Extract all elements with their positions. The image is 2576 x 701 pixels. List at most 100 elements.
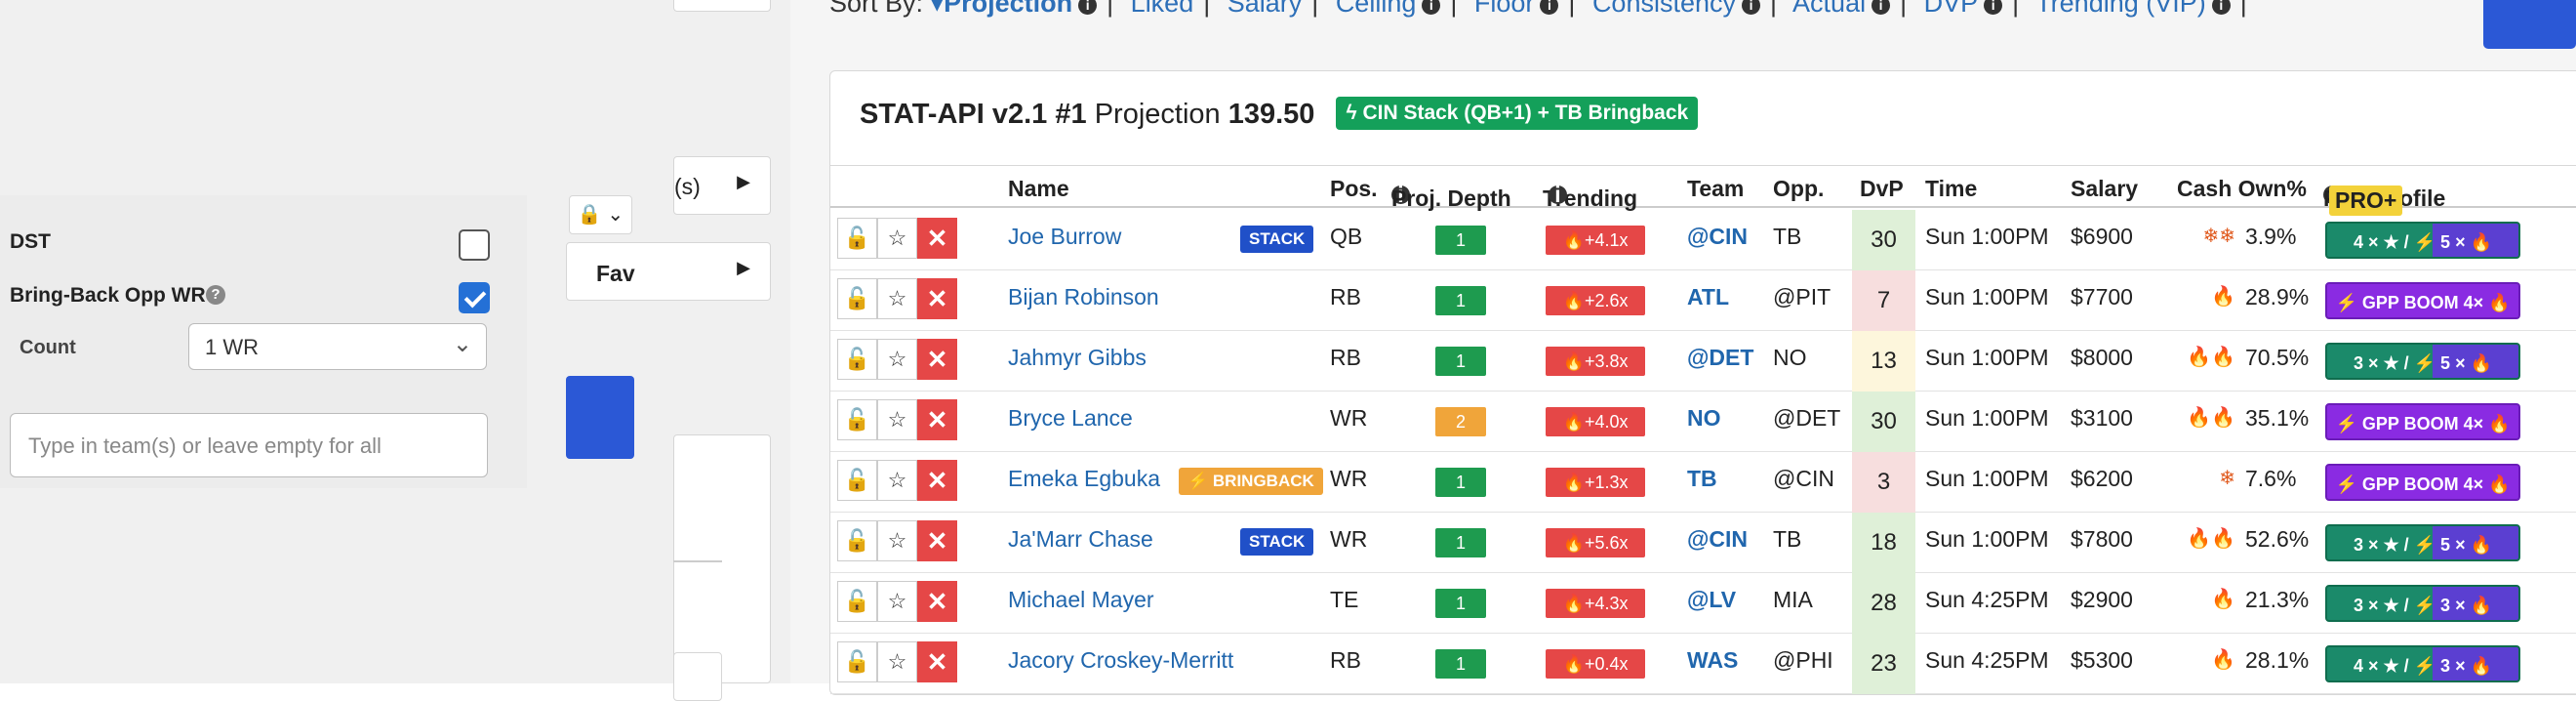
play-profile-badge[interactable]: ⚡ GPP BOOM 4× 🔥 [2325, 282, 2520, 319]
lock-icon[interactable]: 🔓 [837, 581, 877, 622]
play-profile-badge[interactable]: 3 × ★ / ⚡ 5 × 🔥 [2325, 524, 2520, 561]
play-profile-badge[interactable]: 3 × ★ / ⚡ 3 × 🔥 [2325, 585, 2520, 622]
sort-projection[interactable]: Projection [944, 0, 1072, 18]
star-icon[interactable]: ☆ [877, 399, 917, 440]
lock-icon[interactable]: 🔓 [837, 218, 877, 259]
star-icon[interactable]: ☆ [877, 581, 917, 622]
remove-button[interactable]: ✕ [917, 641, 957, 682]
team-link[interactable]: @CIN [1687, 526, 1748, 553]
team-link[interactable]: ATL [1687, 284, 1729, 310]
projection-label: Projection [1095, 99, 1221, 130]
fire-icon: 🔥 [1563, 594, 1585, 613]
lock-icon[interactable]: 🔓 [837, 278, 877, 319]
depth-badge: 1 [1435, 649, 1486, 679]
lock-icon[interactable]: 🔓 [837, 460, 877, 501]
info-icon[interactable]: i [1540, 0, 1558, 15]
player-name[interactable]: Jacory Croskey-Merritt [1008, 647, 1233, 674]
player-tag: STACK [1240, 226, 1313, 253]
header-depth[interactable]: Proj. Depth [1391, 186, 1511, 212]
depth-badge: 1 [1435, 528, 1486, 557]
lock-select[interactable]: 🔒 ⌄ [569, 195, 632, 234]
lock-icon[interactable]: 🔓 [837, 399, 877, 440]
sort-ceiling[interactable]: Ceiling [1336, 0, 1417, 18]
sort-liked[interactable]: Liked [1131, 0, 1194, 18]
salary: $7800 [2071, 526, 2133, 553]
favorites-dropdown[interactable]: Fav▶ [566, 242, 771, 301]
info-icon[interactable]: i [1078, 0, 1097, 15]
header-team[interactable]: Team [1687, 176, 1744, 202]
play-profile-badge[interactable]: 4 × ★ / ⚡ 5 × 🔥 [2325, 222, 2520, 259]
sort-salary[interactable]: Salary [1228, 0, 1303, 18]
player-name[interactable]: Bryce Lance [1008, 405, 1133, 432]
info-icon[interactable]: i [1742, 0, 1760, 15]
count-select[interactable]: 1 WR⌄ [188, 323, 487, 370]
partial-dropdown[interactable]: (s)▶ [673, 156, 771, 215]
help-icon[interactable]: ? [206, 285, 225, 305]
header-dvp[interactable]: DvP [1860, 176, 1904, 202]
info-icon[interactable]: i [1422, 0, 1440, 15]
depth-badge: 1 [1435, 226, 1486, 255]
bringback-label: Bring-Back Opp WR [10, 284, 206, 308]
player-name[interactable]: Bijan Robinson [1008, 284, 1159, 310]
player-name[interactable]: Ja'Marr Chase [1008, 526, 1153, 553]
remove-button[interactable]: ✕ [917, 339, 957, 380]
ownership-icon: 🔥🔥 [2187, 526, 2235, 551]
team-input[interactable]: Type in team(s) or leave empty for all [10, 413, 488, 477]
player-name[interactable]: Jahmyr Gibbs [1008, 345, 1147, 371]
lock-icon[interactable]: 🔓 [837, 641, 877, 682]
header-time[interactable]: Time [1925, 176, 1977, 202]
header-cash-own[interactable]: Cash Own% [2177, 176, 2307, 202]
remove-button[interactable]: ✕ [917, 278, 957, 319]
bringback-checkbox[interactable] [459, 282, 490, 313]
remove-button[interactable]: ✕ [917, 581, 957, 622]
team-link[interactable]: NO [1687, 405, 1721, 432]
team-link[interactable]: @DET [1687, 345, 1753, 371]
play-profile-badge[interactable]: ⚡ GPP BOOM 4× 🔥 [2325, 464, 2520, 501]
depth-badge: 1 [1435, 286, 1486, 315]
star-icon[interactable]: ☆ [877, 460, 917, 501]
info-icon[interactable]: i [1872, 0, 1890, 15]
info-icon[interactable]: i [2212, 0, 2231, 15]
star-icon[interactable]: ☆ [877, 218, 917, 259]
sort-dvp[interactable]: DVP [1924, 0, 1979, 18]
header-pos[interactable]: Pos. [1330, 176, 1378, 202]
star-icon[interactable]: ☆ [877, 641, 917, 682]
action-button[interactable] [566, 376, 634, 459]
team-link[interactable]: @CIN [1687, 224, 1748, 250]
star-icon[interactable]: ☆ [877, 278, 917, 319]
star-icon[interactable]: ☆ [877, 339, 917, 380]
salary: $5300 [2071, 647, 2133, 674]
header-name[interactable]: Name [1008, 176, 1069, 202]
trend-value: +1.3x [1585, 473, 1629, 492]
player-name[interactable]: Michael Mayer [1008, 587, 1154, 613]
remove-button[interactable]: ✕ [917, 520, 957, 561]
sort-floor[interactable]: Floor [1474, 0, 1535, 18]
play-profile-badge[interactable]: ⚡ GPP BOOM 4× 🔥 [2325, 403, 2520, 440]
team-link[interactable]: TB [1687, 466, 1717, 492]
info-icon[interactable]: i [1549, 186, 1567, 204]
header-salary[interactable]: Salary [2071, 176, 2138, 202]
sort-consistency[interactable]: Consistency [1592, 0, 1736, 18]
player-name[interactable]: Joe Burrow [1008, 224, 1121, 250]
sort-trending[interactable]: Trending (VIP) [2035, 0, 2206, 18]
top-right-button[interactable] [2483, 0, 2576, 49]
star-icon[interactable]: ☆ [877, 520, 917, 561]
remove-button[interactable]: ✕ [917, 218, 957, 259]
dst-checkbox[interactable] [459, 229, 490, 261]
header-opp[interactable]: Opp. [1773, 176, 1824, 202]
play-profile-badge[interactable]: 3 × ★ / ⚡ 5 × 🔥 [2325, 343, 2520, 380]
partial-field[interactable] [673, 0, 771, 12]
play-profile-badge[interactable]: 4 × ★ / ⚡ 3 × 🔥 [2325, 645, 2520, 682]
trend-badge: 🔥+0.4x [1546, 649, 1645, 679]
info-icon[interactable]: i [1984, 0, 2002, 15]
remove-button[interactable]: ✕ [917, 460, 957, 501]
remove-button[interactable]: ✕ [917, 399, 957, 440]
team-link[interactable]: WAS [1687, 647, 1738, 674]
partial-input[interactable] [673, 652, 722, 701]
sort-actual[interactable]: Actual [1792, 0, 1866, 18]
lock-icon[interactable]: 🔓 [837, 520, 877, 561]
player-name[interactable]: Emeka Egbuka [1008, 466, 1160, 492]
team-link[interactable]: @LV [1687, 587, 1736, 613]
lock-icon[interactable]: 🔓 [837, 339, 877, 380]
dvp-value: 18 [1852, 513, 1915, 573]
